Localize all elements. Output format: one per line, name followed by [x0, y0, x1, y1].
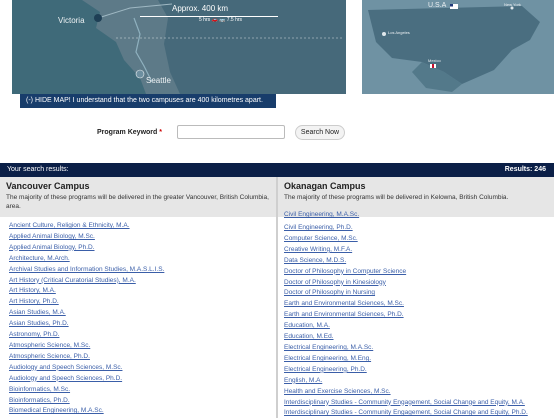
program-link[interactable]: Ancient Culture, Religion & Ethnicity, M… [9, 221, 276, 232]
program-link[interactable]: Doctor of Philosophy in Nursing [284, 288, 554, 299]
program-link[interactable]: English, M.A. [284, 376, 554, 387]
map-label-los-angeles: Los Angeles [388, 30, 410, 35]
los-angeles-marker-icon [382, 32, 386, 36]
regional-map: Victoria Seattle Approx. 400 km 5 hrs 🚗 … [12, 0, 346, 94]
program-link[interactable]: Applied Animal Biology, Ph.D. [9, 243, 276, 254]
program-keyword-label: Program Keyword * [97, 129, 162, 136]
map-label-new-york: New York [504, 2, 521, 7]
program-link[interactable]: Education, M.Ed. [284, 332, 554, 343]
program-link[interactable]: Doctor of Philosophy in Computer Science [284, 267, 554, 278]
program-link[interactable]: Earth and Environmental Sciences, Ph.D. [284, 310, 554, 321]
program-link[interactable]: Electrical Engineering, M.Eng. [284, 354, 554, 365]
program-link[interactable]: Computer Science, M.Sc. [284, 234, 554, 245]
program-link[interactable]: Bioinformatics, M.Sc. [9, 385, 276, 396]
program-link[interactable]: Biomedical Engineering, M.A.Sc. [9, 406, 276, 417]
program-link[interactable]: Civil Engineering, Ph.D. [284, 223, 554, 234]
travel-time-label: 5 hrs 🚗 🚌 7.5 hrs [199, 17, 243, 23]
program-link[interactable]: Applied Animal Biology, M.Sc. [9, 232, 276, 243]
program-link[interactable]: Bioinformatics, Ph.D. [9, 396, 276, 407]
okanagan-campus-title: Okanagan Campus [284, 181, 366, 191]
vancouver-program-list: Ancient Culture, Religion & Ethnicity, M… [0, 217, 276, 417]
seattle-marker-icon [135, 69, 145, 79]
program-link[interactable]: Atmospheric Science, M.Sc. [9, 341, 276, 352]
campus-maps: Victoria Seattle Approx. 400 km 5 hrs 🚗 … [0, 0, 554, 108]
vancouver-campus-description: The majority of these programs will be d… [6, 194, 269, 210]
results-title: Your search results: [7, 166, 69, 173]
program-link[interactable]: Creative Writing, M.F.A. [284, 245, 554, 256]
program-link[interactable]: Asian Studies, M.A. [9, 308, 276, 319]
okanagan-program-list: Civil Engineering, M.A.Sc. Civil Enginee… [278, 211, 554, 419]
okanagan-campus-description: The majority of these programs will be d… [284, 194, 509, 201]
program-link[interactable]: Interdisciplinary Studies - Community En… [284, 398, 554, 409]
program-link[interactable]: Audiology and Speech Sciences, M.Sc. [9, 363, 276, 374]
program-link[interactable]: Atmospheric Science, Ph.D. [9, 352, 276, 363]
victoria-marker-icon [94, 14, 102, 22]
program-link[interactable]: Audiology and Speech Sciences, Ph.D. [9, 374, 276, 385]
vancouver-campus-header: Vancouver Campus The majority of these p… [0, 177, 276, 217]
continental-map: U.S.A Los Angeles New York Mexico [362, 0, 554, 94]
okanagan-campus-column: Okanagan Campus The majority of these pr… [278, 177, 554, 418]
map-label-seattle: Seattle [146, 76, 171, 85]
program-link[interactable]: Data Science, M.D.S. [284, 256, 554, 267]
distance-label: Approx. 400 km [172, 4, 229, 13]
program-link[interactable]: Civil Engineering, M.A.Sc. [284, 210, 359, 221]
map-label-mexico: Mexico [428, 58, 441, 63]
program-link[interactable]: Art History (Critical Curatorial Studies… [9, 276, 276, 287]
results-count: Results: 246 [504, 166, 546, 173]
required-mark: * [159, 129, 162, 136]
program-link[interactable]: Doctor of Philosophy in Kinesiology [284, 278, 554, 289]
search-results-header: Your search results: Results: 246 [0, 163, 554, 177]
program-link[interactable]: Interdisciplinary Studies - Community En… [284, 408, 554, 419]
program-link[interactable]: Asian Studies, Ph.D. [9, 319, 276, 330]
program-link[interactable]: Electrical Engineering, Ph.D. [284, 365, 554, 376]
hide-map-button[interactable]: (-) HIDE MAP! I understand that the two … [20, 94, 276, 108]
map-label-victoria: Victoria [58, 16, 85, 25]
program-keyword-label-text: Program Keyword [97, 129, 158, 136]
program-link[interactable]: Electrical Engineering, M.A.Sc. [284, 343, 554, 354]
program-link[interactable]: Earth and Environmental Sciences, M.Sc. [284, 299, 554, 310]
program-link[interactable]: Art History, Ph.D. [9, 297, 276, 308]
continental-map-graphic [362, 0, 554, 94]
program-link[interactable]: Art History, M.A. [9, 286, 276, 297]
program-search-form: Program Keyword * Search Now [0, 122, 554, 144]
program-link[interactable]: Health and Exercise Sciences, M.Sc. [284, 387, 554, 398]
program-link[interactable]: Education, M.A. [284, 321, 554, 332]
vancouver-island-shape [12, 0, 146, 94]
program-link[interactable]: Astronomy, Ph.D. [9, 330, 276, 341]
map-label-usa: U.S.A [428, 2, 447, 9]
search-now-button[interactable]: Search Now [295, 125, 345, 140]
vancouver-campus-title: Vancouver Campus [6, 181, 90, 191]
program-link[interactable]: Architecture, M.Arch. [9, 254, 276, 265]
program-keyword-input[interactable] [177, 125, 285, 139]
program-link[interactable]: Archival Studies and Information Studies… [9, 265, 276, 276]
vancouver-campus-column: Vancouver Campus The majority of these p… [0, 177, 276, 418]
